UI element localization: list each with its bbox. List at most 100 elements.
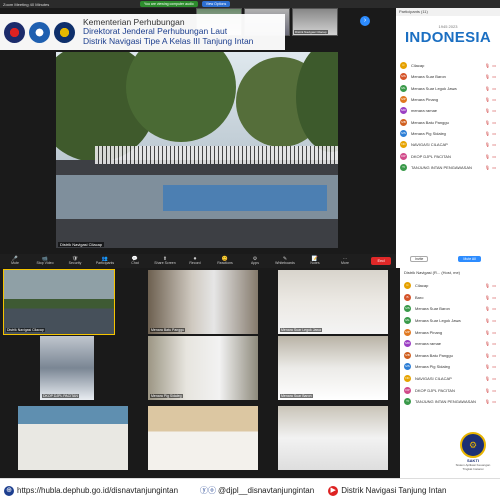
muted-mic-icon[interactable]: 🎙 <box>485 295 490 300</box>
muted-mic-icon[interactable]: 🎙 <box>485 388 490 393</box>
participant-row[interactable]: TI TANJUNG INTAN PENGAWASAN 🎙 ▭ <box>396 162 500 173</box>
participant-row[interactable]: MS Menara Suar Baron 🎙 ▭ <box>396 71 500 82</box>
participant-row[interactable]: B Baro 🎙 ▭ <box>400 292 500 304</box>
security-button[interactable]: 🛡 Security <box>60 257 90 266</box>
whiteboards-button[interactable]: ✎ Whiteboards <box>270 257 300 266</box>
more-button[interactable]: ⋯ More <box>330 257 360 266</box>
video-off-icon[interactable]: ▭ <box>492 399 496 404</box>
participant-row[interactable]: MS Menara Pig Sidaleg 🎙 ▭ <box>400 361 500 373</box>
thumbnail-tile[interactable]: Distrik Navigasi Cilacap <box>292 8 338 36</box>
video-off-icon[interactable]: ▭ <box>492 318 496 323</box>
muted-mic-icon[interactable]: 🎙 <box>485 120 490 125</box>
video-off-icon[interactable]: ▭ <box>492 131 496 136</box>
participant-row[interactable]: C Cilacap 🎙 ▭ <box>396 60 500 71</box>
participant-row[interactable]: MB Menara Batu Panggu 🎙 ▭ <box>400 350 500 362</box>
gallery-tile[interactable] <box>18 406 128 470</box>
avatar: MB <box>400 118 407 126</box>
participant-row[interactable]: MB Menara Batu Panggu 🎙 ▭ <box>396 116 500 127</box>
participant-row[interactable]: MR menara ramae 🎙 ▭ <box>400 338 500 350</box>
next-page-arrow-icon[interactable]: › <box>360 16 370 26</box>
participant-row[interactable]: ML Menara Suar Legok Jawa 🎙 ▭ <box>396 83 500 94</box>
invite-button[interactable]: Invite <box>410 256 429 262</box>
muted-mic-icon[interactable]: 🎙 <box>485 318 490 323</box>
video-off-icon[interactable]: ▭ <box>492 283 496 288</box>
mute-button[interactable]: 🎤 Mute <box>0 257 30 266</box>
video-off-icon[interactable]: ▭ <box>492 63 496 68</box>
muted-mic-icon[interactable]: 🎙 <box>485 131 490 136</box>
district-logo-icon <box>54 21 75 43</box>
participant-row[interactable]: MP Menara Pinang 🎙 ▭ <box>400 326 500 338</box>
toolbar-label: Apps <box>251 261 259 265</box>
gallery-tile[interactable]: Menara Batu Panggu <box>148 270 258 334</box>
muted-mic-icon[interactable]: 🎙 <box>485 376 490 381</box>
video-off-icon[interactable]: ▭ <box>492 97 496 102</box>
video-off-icon[interactable]: ▭ <box>492 330 496 335</box>
participant-row[interactable]: MS Menara Suar Baron 🎙 ▭ <box>400 303 500 315</box>
stop-video-button[interactable]: 📹 Stop Video <box>30 257 60 266</box>
end-meeting-button[interactable]: End <box>371 257 391 265</box>
view-options-button[interactable]: View Options <box>201 1 231 7</box>
share-screen-button[interactable]: ⬆ Share Screen <box>150 257 180 266</box>
video-off-icon[interactable]: ▭ <box>492 74 496 79</box>
reactions-button[interactable]: 😊 Reactions <box>210 257 240 266</box>
muted-mic-icon[interactable]: 🎙 <box>485 364 490 369</box>
mute-all-button[interactable]: Mute All <box>458 256 481 262</box>
muted-mic-icon[interactable]: 🎙 <box>485 306 490 311</box>
muted-mic-icon[interactable]: 🎙 <box>485 353 490 358</box>
video-off-icon[interactable]: ▭ <box>492 388 496 393</box>
participants-button[interactable]: 👥 Participants <box>90 257 120 266</box>
muted-mic-icon[interactable]: 🎙 <box>485 142 490 147</box>
participant-row[interactable]: MS Menara Pig Sidaleg 🎙 ▭ <box>396 128 500 139</box>
gallery-tile[interactable] <box>148 406 258 470</box>
record-button[interactable]: ⏺ Record <box>180 257 210 266</box>
gallery-tile[interactable]: DKOP DJPL PACITAN <box>40 336 94 400</box>
participant-name: NAVIGASI CILACAP <box>411 142 448 148</box>
muted-mic-icon[interactable]: 🎙 <box>485 86 490 91</box>
participant-name: TANJUNG INTAN PENGAWASAN <box>415 399 476 405</box>
video-off-icon[interactable]: ▭ <box>492 86 496 91</box>
gallery-tile[interactable]: Menara Suar Baron <box>278 336 388 400</box>
apps-button[interactable]: ⚙ Apps <box>240 257 270 266</box>
video-off-icon[interactable]: ▭ <box>492 108 496 113</box>
gallery-tile[interactable]: Menara Suar Legok Jawa <box>278 270 388 334</box>
muted-mic-icon[interactable]: 🎙 <box>485 63 490 68</box>
participant-row[interactable]: C Cilacap 🎙 ▭ <box>400 280 500 292</box>
participant-row[interactable]: NC NAVIGASI CILACAP 🎙 ▭ <box>400 373 500 385</box>
participant-row[interactable]: TI TANJUNG INTAN PENGAWASAN 🎙 ▭ <box>400 396 500 408</box>
footer-social[interactable]: ⓨⓞ @djpl__disnavtanjungintan <box>200 485 314 496</box>
toolbar-label: Security <box>68 261 82 265</box>
gallery-tile[interactable]: Menara Pig Sidaleg <box>148 336 258 400</box>
video-off-icon[interactable]: ▭ <box>492 306 496 311</box>
avatar: DP <box>400 152 407 160</box>
notes-button[interactable]: 📝 Notes <box>300 257 330 266</box>
muted-mic-icon[interactable]: 🎙 <box>485 74 490 79</box>
video-off-icon[interactable]: ▭ <box>492 376 496 381</box>
participant-row[interactable]: NC NAVIGASI CILACAP 🎙 ▭ <box>396 139 500 150</box>
video-off-icon[interactable]: ▭ <box>492 295 496 300</box>
participant-row[interactable]: ML Menara Suar Legok Jawa 🎙 ▭ <box>400 315 500 327</box>
muted-mic-icon[interactable]: 🎙 <box>485 165 490 170</box>
participant-row[interactable]: MP Menara Pinang 🎙 ▭ <box>396 94 500 105</box>
gallery-tile[interactable] <box>278 406 388 470</box>
participant-row[interactable]: MR menara ramae 🎙 ▭ <box>396 105 500 116</box>
muted-mic-icon[interactable]: 🎙 <box>485 399 490 404</box>
video-off-icon[interactable]: ▭ <box>492 353 496 358</box>
video-off-icon[interactable]: ▭ <box>492 142 496 147</box>
muted-mic-icon[interactable]: 🎙 <box>485 341 490 346</box>
chat-button[interactable]: 💬 Chat <box>120 257 150 266</box>
gallery-tile[interactable]: Distrik Navigasi Cilacap <box>3 269 115 335</box>
muted-mic-icon[interactable]: 🎙 <box>485 283 490 288</box>
participant-row[interactable]: DP DKOP DJPL PACITAN 🎙 ▭ <box>400 384 500 396</box>
video-off-icon[interactable]: ▭ <box>492 154 496 159</box>
video-off-icon[interactable]: ▭ <box>492 341 496 346</box>
footer-website[interactable]: ⊕ https://hubla.dephub.go.id/disnavtanju… <box>4 485 178 496</box>
participant-row[interactable]: DP DKOP DJPL PACITAN 🎙 ▭ <box>396 150 500 161</box>
video-off-icon[interactable]: ▭ <box>492 165 496 170</box>
footer-channel[interactable]: ▶ Distrik Navigasi Tanjung Intan <box>328 485 446 496</box>
video-off-icon[interactable]: ▭ <box>492 364 496 369</box>
muted-mic-icon[interactable]: 🎙 <box>485 154 490 159</box>
video-off-icon[interactable]: ▭ <box>492 120 496 125</box>
muted-mic-icon[interactable]: 🎙 <box>485 97 490 102</box>
muted-mic-icon[interactable]: 🎙 <box>485 330 490 335</box>
muted-mic-icon[interactable]: 🎙 <box>485 108 490 113</box>
